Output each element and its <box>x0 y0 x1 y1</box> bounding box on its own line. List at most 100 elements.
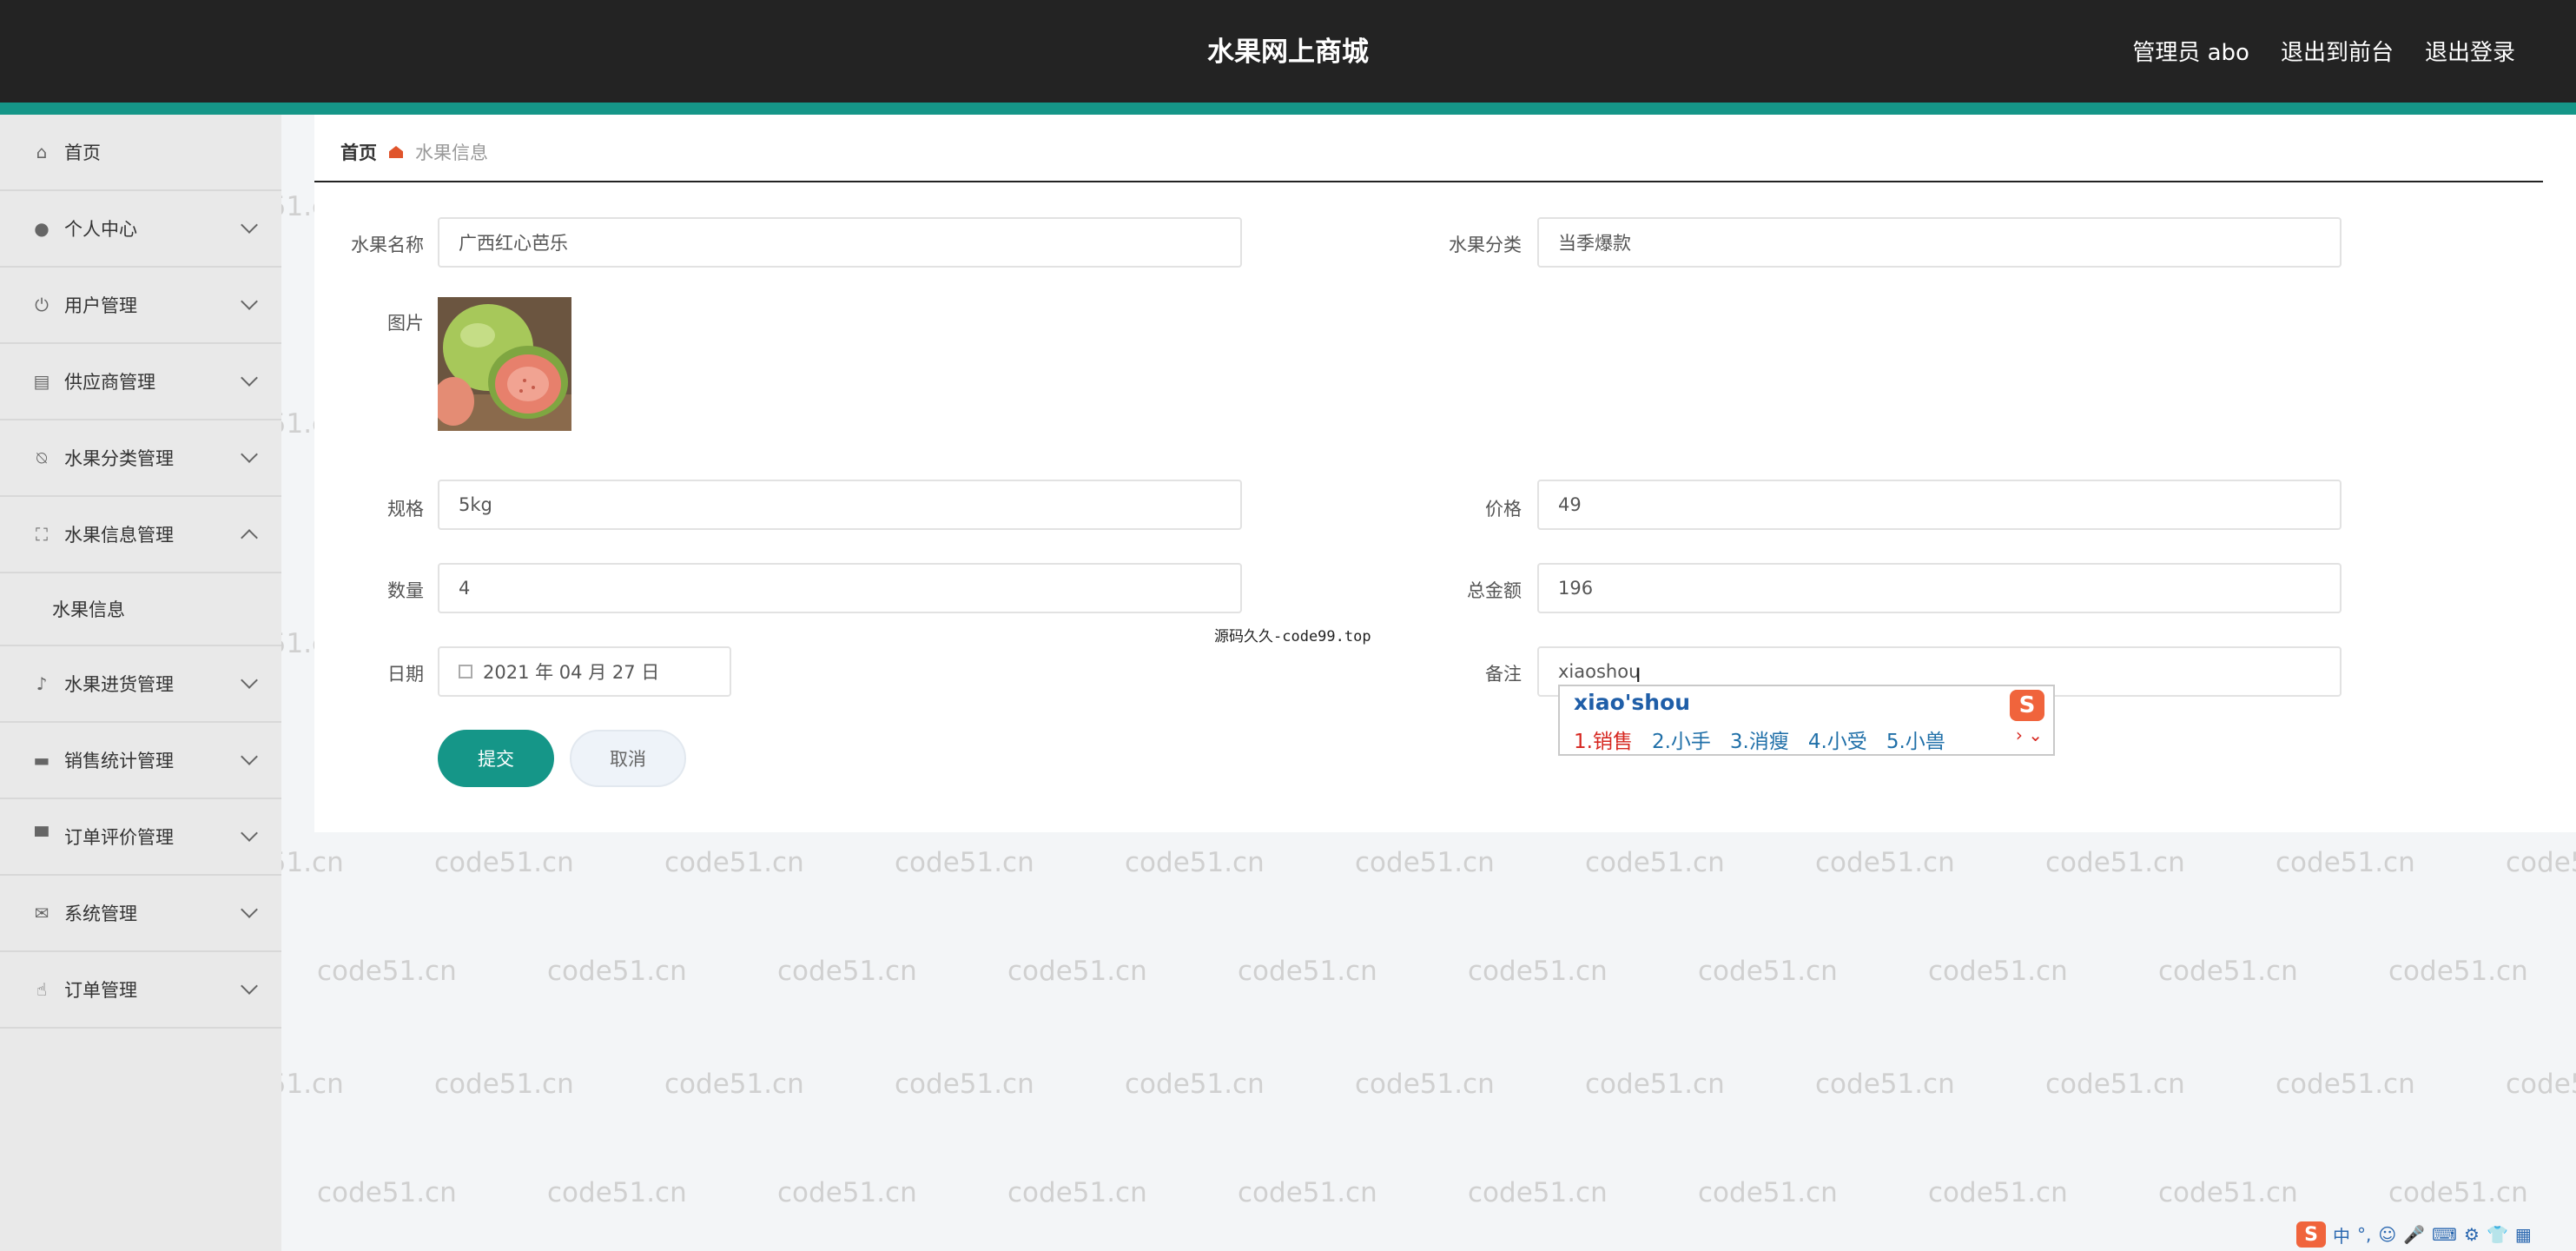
sidebar-item-label: 供应商管理 <box>64 372 155 393</box>
sidebar-subitem-fruit-info[interactable]: 水果信息 <box>0 573 281 646</box>
overlay-source-text: 源码久久-code99.top <box>1214 628 1371 645</box>
sogou-logo-icon: S <box>2010 690 2044 721</box>
fruit-name-field[interactable]: 广西红心芭乐 <box>438 217 1242 268</box>
watermark-text: code51.cn <box>1585 1069 1725 1100</box>
sidebar: ⌂ 首页 ● 个人中心 ⏻ 用户管理 ▤ 供应商管理 ⍉ 水果分类管理 ⛶ 水果… <box>0 115 281 1251</box>
breadcrumb-current: 水果信息 <box>415 142 488 163</box>
cancel-button[interactable]: 取消 <box>570 730 686 787</box>
stand-icon: ▀ <box>35 826 49 847</box>
watermark-text: code51.cn <box>2506 1069 2576 1100</box>
ime-candidate[interactable]: 5.小兽 <box>1886 725 1945 754</box>
home-icon: ⌂ <box>36 142 48 162</box>
spec-label: 规格 <box>387 499 424 520</box>
price-field[interactable]: 49 <box>1537 480 2342 530</box>
breadcrumb-divider <box>314 181 2543 182</box>
sidebar-item-fruit-purchase[interactable]: ♪ 水果进货管理 <box>0 646 281 723</box>
mail-icon: ✉ <box>34 903 50 923</box>
watermark-text: code51.cn <box>2388 1177 2528 1208</box>
sidebar-item-label: 订单评价管理 <box>64 827 174 848</box>
watermark-text: code51.cn <box>2158 956 2298 987</box>
watermark-text: code51.cn <box>1355 1069 1495 1100</box>
submit-button[interactable]: 提交 <box>438 730 554 787</box>
fruit-category-label: 水果分类 <box>1449 235 1522 255</box>
ime-candidates: 1.销售 2.小手 3.消瘦 4.小受 5.小兽 <box>1574 725 1945 754</box>
sidebar-item-order-management[interactable]: ☝ 订单管理 <box>0 952 281 1029</box>
watermark-text: code51.cn <box>1355 847 1495 878</box>
sidebar-item-label: 用户管理 <box>64 295 137 316</box>
tray-toolbox-icon[interactable]: ▦ <box>2515 1224 2532 1245</box>
watermark-text: code51.cn <box>1238 956 1377 987</box>
sidebar-item-fruit-info-management[interactable]: ⛶ 水果信息管理 <box>0 497 281 573</box>
chevron-down-icon <box>241 216 258 234</box>
chevron-down-icon <box>241 369 258 387</box>
ime-candidate[interactable]: 1.销售 <box>1574 725 1633 754</box>
fruit-category-field[interactable]: 当季爆款 <box>1537 217 2342 268</box>
watermark-text: code51.cn <box>777 1177 917 1208</box>
sidebar-item-personal-center[interactable]: ● 个人中心 <box>0 191 281 268</box>
calendar-icon <box>459 665 472 678</box>
sidebar-item-system[interactable]: ✉ 系统管理 <box>0 876 281 952</box>
watermark-text: code51.cn <box>1698 1177 1838 1208</box>
watermark-text: code51.cn <box>317 956 457 987</box>
ime-candidate[interactable]: 4.小受 <box>1808 725 1867 754</box>
date-value: 2021 年 04 月 27 日 <box>483 662 660 683</box>
ime-candidate[interactable]: 3.消瘦 <box>1730 725 1789 754</box>
ime-candidate[interactable]: 2.小手 <box>1652 725 1711 754</box>
sidebar-item-label: 系统管理 <box>64 904 137 924</box>
quantity-field[interactable]: 4 <box>438 563 1242 613</box>
chevron-down-icon <box>241 446 258 463</box>
sidebar-item-order-review[interactable]: ▀ 订单评价管理 <box>0 799 281 876</box>
watermark-text: code51.cn <box>1815 1069 1955 1100</box>
ime-tray: S 中 °, ☺ 🎤 ⌨ ⚙ 👕 ▦ <box>2296 1221 2532 1248</box>
watermark-text: code51.cn <box>2275 1069 2415 1100</box>
thumb-icon: ☝ <box>36 979 48 1000</box>
watermark-text: code51.cn <box>895 847 1034 878</box>
watermark-text: code51.cn <box>1007 956 1147 987</box>
sogou-tray-icon[interactable]: S <box>2296 1221 2326 1248</box>
sidebar-item-label: 个人中心 <box>64 219 137 240</box>
tray-chinese-mode-icon[interactable]: 中 <box>2333 1222 2350 1248</box>
watermark-text: code51.cn <box>2158 1177 2298 1208</box>
sidebar-item-sales-stats[interactable]: ▬ 销售统计管理 <box>0 723 281 799</box>
chevron-down-icon <box>241 977 258 995</box>
watermark-text: code51.cn <box>2045 847 2185 878</box>
watermark-text: code51.cn <box>664 847 804 878</box>
watermark-text: code51.cn <box>1007 1177 1147 1208</box>
watermark-text: code51.cn <box>1698 956 1838 987</box>
tray-microphone-icon[interactable]: 🎤 <box>2403 1224 2425 1245</box>
sidebar-item-fruit-category[interactable]: ⍉ 水果分类管理 <box>0 420 281 497</box>
tray-emoji-icon[interactable]: ☺ <box>2378 1224 2396 1245</box>
power-icon: ⏻ <box>35 295 49 315</box>
chevron-up-icon <box>241 529 258 546</box>
logout-link[interactable]: 退出登录 <box>2425 35 2515 67</box>
watermark-text: code51.cn <box>317 1177 457 1208</box>
ime-next-page-icon[interactable]: › ⌄ <box>2016 725 2043 745</box>
fruit-image[interactable] <box>438 297 571 431</box>
bell-off-icon: ⍉ <box>36 447 47 468</box>
watermark-text: code51.cn <box>1585 847 1725 878</box>
home-icon <box>389 146 403 158</box>
date-label: 日期 <box>387 664 424 685</box>
chevron-down-icon <box>241 672 258 689</box>
watermark-text: code51.cn <box>2388 956 2528 987</box>
image-label: 图片 <box>387 313 424 334</box>
sidebar-item-home[interactable]: ⌂ 首页 <box>0 115 281 191</box>
monitor-icon: ▬ <box>33 750 50 771</box>
tray-keyboard-icon[interactable]: ⌨ <box>2432 1224 2457 1245</box>
header-accent-bar <box>0 103 2576 115</box>
date-picker[interactable]: 2021 年 04 月 27 日 <box>438 646 731 697</box>
total-field[interactable]: 196 <box>1537 563 2342 613</box>
exit-to-front-link[interactable]: 退出到前台 <box>2281 35 2394 67</box>
tray-settings-icon[interactable]: ⚙ <box>2464 1224 2480 1245</box>
tray-punctuation-icon[interactable]: °, <box>2357 1224 2371 1245</box>
watermark-text: code51.cn <box>1928 956 2068 987</box>
tray-skin-icon[interactable]: 👕 <box>2487 1224 2508 1245</box>
watermark-text: code51.cn <box>2506 847 2576 878</box>
sidebar-item-supplier-management[interactable]: ▤ 供应商管理 <box>0 344 281 420</box>
breadcrumb: 首页 水果信息 <box>340 139 488 165</box>
breadcrumb-home[interactable]: 首页 <box>340 139 377 165</box>
spec-field[interactable]: 5kg <box>438 480 1242 530</box>
sidebar-subitem-label: 水果信息 <box>52 599 125 620</box>
sidebar-item-user-management[interactable]: ⏻ 用户管理 <box>0 268 281 344</box>
expand-icon: ⛶ <box>36 524 48 545</box>
